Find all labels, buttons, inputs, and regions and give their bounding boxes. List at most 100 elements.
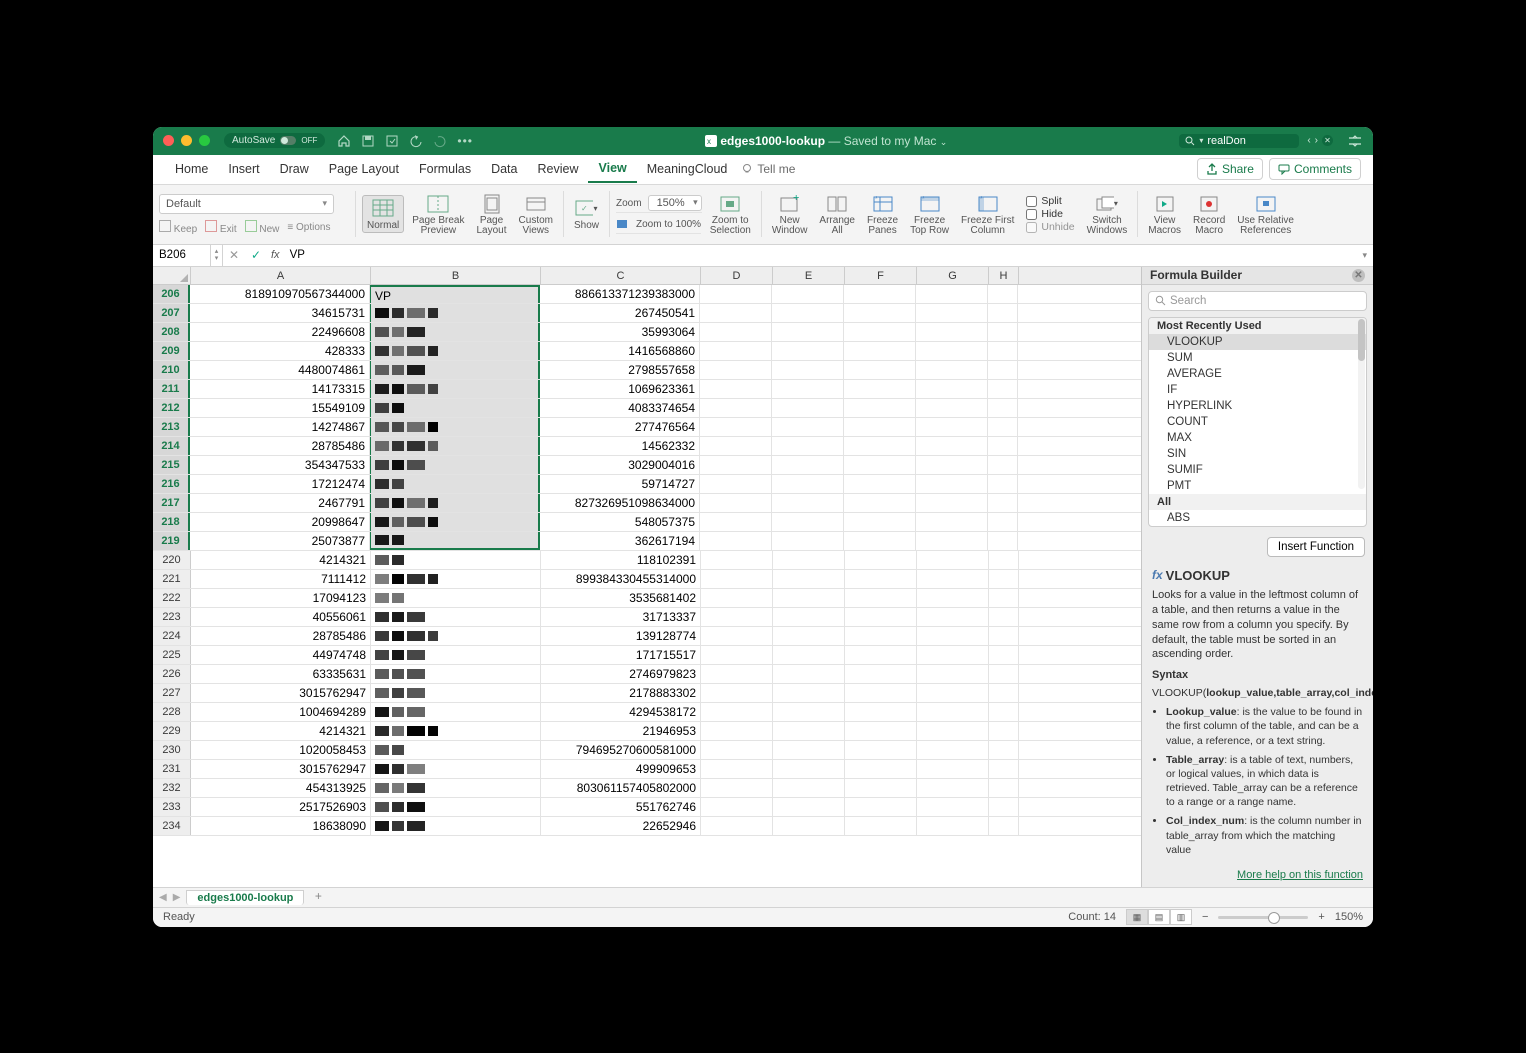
column-header-C[interactable]: C bbox=[541, 267, 701, 284]
cell[interactable]: 827326951098634000 bbox=[540, 494, 700, 512]
cell[interactable]: 818910970567344000 bbox=[190, 285, 370, 303]
cell[interactable] bbox=[370, 342, 540, 360]
tab-page-layout[interactable]: Page Layout bbox=[319, 162, 409, 176]
cell[interactable] bbox=[989, 684, 1019, 702]
fx-icon[interactable]: fx bbox=[267, 249, 284, 261]
cell[interactable]: 21946953 bbox=[541, 722, 701, 740]
cell[interactable]: 354347533 bbox=[190, 456, 370, 474]
exit-button[interactable]: Exit bbox=[205, 220, 236, 235]
table-row[interactable]: 2234055606131713337 bbox=[153, 608, 1141, 627]
function-item[interactable]: VLOOKUP bbox=[1149, 334, 1366, 350]
tab-home[interactable]: Home bbox=[165, 162, 218, 176]
cell[interactable] bbox=[989, 798, 1019, 816]
row-header[interactable]: 232 bbox=[153, 779, 191, 797]
cell[interactable] bbox=[772, 304, 844, 322]
normal-view-icon[interactable]: ▦ bbox=[1126, 909, 1148, 925]
autosave-switch[interactable] bbox=[280, 136, 296, 145]
cell[interactable] bbox=[917, 817, 989, 835]
cell[interactable]: VP bbox=[370, 285, 540, 303]
function-item[interactable]: SIN bbox=[1149, 446, 1366, 462]
cell[interactable] bbox=[917, 646, 989, 664]
cell[interactable] bbox=[845, 798, 917, 816]
cell[interactable] bbox=[701, 722, 773, 740]
cell[interactable] bbox=[371, 741, 541, 759]
cell[interactable] bbox=[370, 456, 540, 474]
cell[interactable] bbox=[701, 684, 773, 702]
cell[interactable] bbox=[701, 646, 773, 664]
cell[interactable] bbox=[988, 323, 1018, 341]
record-macro-button[interactable]: RecordMacro bbox=[1189, 192, 1229, 237]
cell[interactable] bbox=[844, 437, 916, 455]
cell[interactable] bbox=[701, 703, 773, 721]
add-sheet-button[interactable]: + bbox=[310, 889, 326, 905]
zoom-slider[interactable] bbox=[1218, 916, 1308, 919]
cell[interactable] bbox=[988, 494, 1018, 512]
table-row[interactable]: 2301020058453794695270600581000 bbox=[153, 741, 1141, 760]
cell[interactable] bbox=[845, 684, 917, 702]
table-row[interactable]: 22730157629472178883302 bbox=[153, 684, 1141, 703]
row-header[interactable]: 214 bbox=[153, 437, 190, 455]
cell[interactable] bbox=[845, 703, 917, 721]
cell[interactable] bbox=[701, 760, 773, 778]
function-item[interactable]: AVERAGE bbox=[1149, 366, 1366, 382]
search-prev-button[interactable]: ‹ bbox=[1307, 135, 1310, 146]
cell[interactable] bbox=[989, 646, 1019, 664]
cell[interactable] bbox=[773, 665, 845, 683]
cell[interactable] bbox=[700, 361, 772, 379]
cell[interactable] bbox=[773, 798, 845, 816]
row-header[interactable]: 211 bbox=[153, 380, 190, 398]
cell[interactable] bbox=[988, 513, 1018, 531]
cell[interactable] bbox=[916, 342, 988, 360]
formula-input[interactable]: VP bbox=[284, 249, 1357, 261]
function-list[interactable]: Most Recently Used VLOOKUPSUMAVERAGEIFHY… bbox=[1148, 317, 1367, 527]
function-item[interactable]: MAX bbox=[1149, 430, 1366, 446]
cell[interactable] bbox=[844, 513, 916, 531]
cell[interactable] bbox=[916, 418, 988, 436]
cell[interactable] bbox=[916, 475, 988, 493]
function-item[interactable]: SUM bbox=[1149, 350, 1366, 366]
zoom-out-button[interactable]: − bbox=[1202, 911, 1208, 923]
cell[interactable] bbox=[773, 779, 845, 797]
cell[interactable] bbox=[701, 817, 773, 835]
table-row[interactable]: 2142878548614562332 bbox=[153, 437, 1141, 456]
row-header[interactable]: 216 bbox=[153, 475, 190, 493]
row-header[interactable]: 228 bbox=[153, 703, 191, 721]
zoom-in-button[interactable]: + bbox=[1318, 911, 1324, 923]
cell[interactable] bbox=[844, 361, 916, 379]
row-header[interactable]: 210 bbox=[153, 361, 190, 379]
cell[interactable] bbox=[773, 722, 845, 740]
cell[interactable] bbox=[371, 570, 541, 588]
cell[interactable] bbox=[989, 627, 1019, 645]
cell[interactable] bbox=[988, 418, 1018, 436]
select-all-corner[interactable] bbox=[153, 267, 191, 284]
cell[interactable] bbox=[700, 342, 772, 360]
column-header-H[interactable]: H bbox=[989, 267, 1019, 284]
cell[interactable] bbox=[988, 532, 1018, 550]
function-item[interactable]: SUMIF bbox=[1149, 462, 1366, 478]
cell[interactable]: 7111412 bbox=[191, 570, 371, 588]
cell[interactable] bbox=[772, 513, 844, 531]
column-header-F[interactable]: F bbox=[845, 267, 917, 284]
cancel-formula-button[interactable]: ✕ bbox=[223, 248, 245, 262]
cell[interactable] bbox=[988, 475, 1018, 493]
cell[interactable] bbox=[371, 608, 541, 626]
cell[interactable] bbox=[989, 760, 1019, 778]
table-row[interactable]: 2172467791827326951098634000 bbox=[153, 494, 1141, 513]
cell[interactable] bbox=[701, 570, 773, 588]
cell[interactable]: 499909653 bbox=[541, 760, 701, 778]
cell[interactable] bbox=[844, 399, 916, 417]
table-row[interactable]: 232454313925803061157405802000 bbox=[153, 779, 1141, 798]
cell[interactable]: 4214321 bbox=[191, 722, 371, 740]
cell[interactable] bbox=[370, 399, 540, 417]
cell[interactable] bbox=[371, 646, 541, 664]
insert-function-button[interactable]: Insert Function bbox=[1267, 537, 1365, 557]
cell[interactable] bbox=[701, 741, 773, 759]
column-header-A[interactable]: A bbox=[191, 267, 371, 284]
cell[interactable] bbox=[773, 570, 845, 588]
share-button[interactable]: Share bbox=[1197, 158, 1263, 180]
cell[interactable] bbox=[772, 399, 844, 417]
cell[interactable] bbox=[701, 608, 773, 626]
table-row[interactable]: 222170941233535681402 bbox=[153, 589, 1141, 608]
cell[interactable] bbox=[370, 323, 540, 341]
cell[interactable]: 1004694289 bbox=[191, 703, 371, 721]
